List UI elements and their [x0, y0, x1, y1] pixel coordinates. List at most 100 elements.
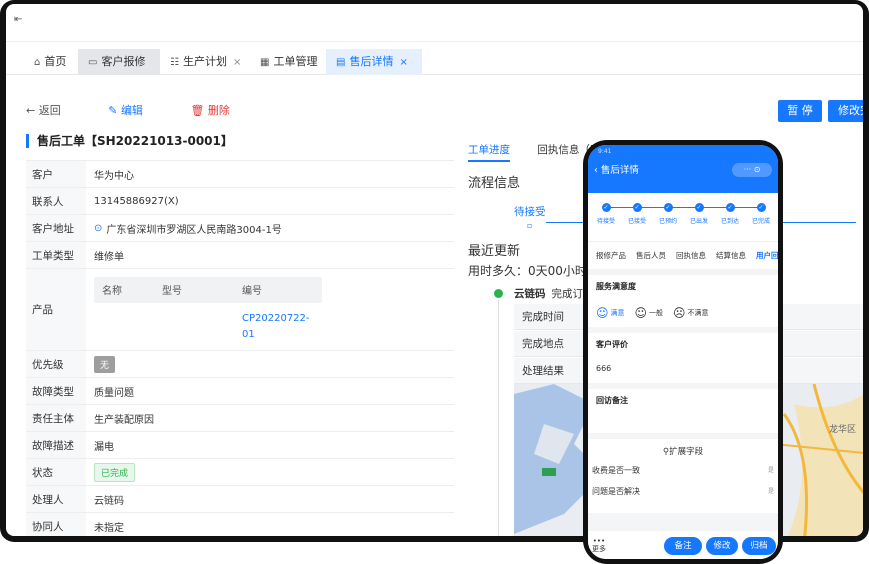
- smile-icon: ☺: [596, 306, 609, 320]
- tab-customer-repair[interactable]: ▭ 客户报修: [78, 49, 160, 75]
- field-value: 漏电: [94, 441, 114, 453]
- field-value: 无: [86, 351, 454, 377]
- archive-button[interactable]: 归档: [742, 537, 776, 555]
- check-icon: ✓: [632, 203, 642, 212]
- field-label: 故障类型: [26, 378, 86, 404]
- back-label: 返回: [38, 104, 61, 117]
- back-button[interactable]: ← 返回: [26, 104, 83, 117]
- field-value: ⊙ 广东省深圳市罗湖区人民南路3004-1号: [86, 215, 454, 241]
- tab-label: 首页: [44, 55, 67, 68]
- top-bar: ⇤: [6, 4, 863, 42]
- phone-title[interactable]: ‹ 售后详情: [594, 162, 639, 176]
- sat-label: 一般: [649, 309, 664, 317]
- capsule-menu[interactable]: ··· ⊙: [732, 163, 772, 177]
- step-label: 已出发: [689, 218, 708, 225]
- grid-icon: ▦: [260, 57, 270, 68]
- tab-label: 生产计划: [182, 55, 227, 68]
- svg-text:龙华区: 龙华区: [829, 423, 856, 435]
- close-icon[interactable]: ×: [399, 57, 407, 68]
- modify-button-mobile[interactable]: 修改: [706, 537, 738, 555]
- step-label: 已完成: [751, 218, 770, 225]
- phone-footer: ••• 更多 备注 修改 归档: [588, 531, 778, 559]
- recent-title: 最近更新: [468, 244, 521, 259]
- table-row: 联系人 13145886927(X): [26, 188, 454, 215]
- ext-title-text: 扩展字段: [669, 447, 704, 457]
- field-label: 客户: [26, 161, 86, 187]
- tab-after-sales[interactable]: ▤ 售后详情 ×: [326, 49, 422, 75]
- ext-title: ⚲扩展字段: [592, 445, 774, 457]
- step-pending: 待接受 ▫: [514, 204, 546, 231]
- fold-menu-icon[interactable]: ⇤: [14, 14, 22, 25]
- tab-label: 售后详情: [349, 55, 394, 68]
- list-icon: ☷: [170, 57, 179, 68]
- phone-step: ✓ 已出发: [684, 203, 714, 225]
- card-title: 服务满意度: [596, 282, 636, 291]
- note-button[interactable]: 备注: [664, 537, 702, 555]
- timeline-entry: 云链码 完成订单: [514, 286, 594, 301]
- field-label: 故障描述: [26, 432, 86, 458]
- field-value: 云链码: [94, 495, 124, 507]
- more-button[interactable]: ••• 更多: [592, 537, 606, 553]
- tab-home[interactable]: ⌂ 首页: [24, 49, 76, 75]
- phone-frame: 9:41 ‹ 售后详情 ··· ⊙ ✓ 待接受 ✓ 已接受 ✓ 已预约 ✓ 已出发 ✓ 已…: [583, 140, 783, 564]
- more-icon: •••: [592, 537, 606, 545]
- note-card: 回访备注: [588, 389, 778, 433]
- ext-row: 收费是否一致 是: [592, 465, 774, 476]
- time-used: 用时多久：0天00小时: [468, 264, 587, 278]
- product-code-link[interactable]: CP20220722-01: [242, 311, 312, 343]
- ext-label: 收费是否一致: [592, 466, 640, 475]
- edit-label: 编辑: [120, 104, 143, 117]
- tab-progress[interactable]: 工单进度: [468, 144, 510, 162]
- product-table-header: 名称 型号 编号: [94, 276, 322, 303]
- phone-tab[interactable]: 结算信息: [716, 250, 746, 261]
- sat-option-normal[interactable]: ☺ 一般: [635, 306, 664, 320]
- phone-tab[interactable]: 报修产品: [596, 250, 626, 261]
- ext-row: 问题是否解决 是: [592, 486, 774, 497]
- table-row: 产品 名称 型号 编号 CP20220722-01: [26, 269, 454, 351]
- comment-value: 666: [596, 364, 612, 373]
- more-label: 更多: [592, 545, 606, 553]
- extension-card: ⚲扩展字段 收费是否一致是 问题是否解决是: [588, 439, 778, 513]
- timeline-line: [498, 300, 499, 536]
- comment-card: 客户评价 666: [588, 333, 778, 383]
- field-value: 已完成: [86, 459, 454, 485]
- check-icon: ✓: [756, 203, 766, 212]
- table-row: 客户地址 ⊙ 广东省深圳市罗湖区人民南路3004-1号: [26, 215, 454, 242]
- field-value: 13145886927(X): [94, 195, 179, 207]
- table-row: 协同人 未指定: [26, 513, 454, 536]
- phone-tab-active[interactable]: 用户回访: [756, 250, 778, 261]
- phone-tab[interactable]: 售后人员: [636, 250, 666, 261]
- flow-title: 流程信息: [468, 176, 521, 191]
- edit-button[interactable]: ✎ 编辑: [108, 104, 165, 117]
- doc-icon: ▤: [336, 57, 346, 68]
- ext-value: 是: [767, 488, 774, 495]
- pause-button[interactable]: 暂 停: [778, 100, 822, 122]
- step-label: 已预约: [658, 218, 677, 225]
- frown-icon: ☹: [673, 306, 686, 320]
- address-text: 广东省深圳市罗湖区人民南路3004-1号: [106, 224, 282, 236]
- sat-label: 满意: [610, 309, 625, 317]
- delete-button[interactable]: 🗑 删除: [190, 104, 251, 117]
- field-value: 质量问题: [94, 387, 134, 399]
- phone-title-text: 售后详情: [600, 165, 639, 176]
- home-icon: ⌂: [34, 57, 41, 68]
- table-row: 处理人 云链码: [26, 486, 454, 513]
- phone-header: 9:41 ‹ 售后详情 ··· ⊙: [588, 145, 778, 193]
- table-row: 状态 已完成: [26, 459, 454, 486]
- close-icon[interactable]: ×: [233, 57, 241, 68]
- page-title: 售后工单【SH20221013-0001】: [26, 134, 233, 148]
- table-row: 工单类型 维修单: [26, 242, 454, 269]
- table-row: 故障描述 漏电: [26, 432, 454, 459]
- modify-button[interactable]: 修改完: [828, 100, 863, 122]
- col-name: 名称: [102, 286, 122, 297]
- tab-production-plan[interactable]: ☷ 生产计划 ×: [160, 49, 251, 75]
- tab-work-order[interactable]: ▦ 工单管理: [250, 49, 327, 75]
- product-row: CP20220722-01: [94, 303, 322, 343]
- timeline-user: 云链码: [514, 288, 546, 300]
- check-icon: ✓: [663, 203, 673, 212]
- phone-tab[interactable]: 回执信息: [676, 250, 706, 261]
- ext-value: 是: [767, 467, 774, 474]
- sat-option-bad[interactable]: ☹ 不满意: [673, 306, 709, 320]
- sat-option-good[interactable]: ☺ 满意: [596, 306, 625, 320]
- field-value: 未指定: [94, 522, 124, 534]
